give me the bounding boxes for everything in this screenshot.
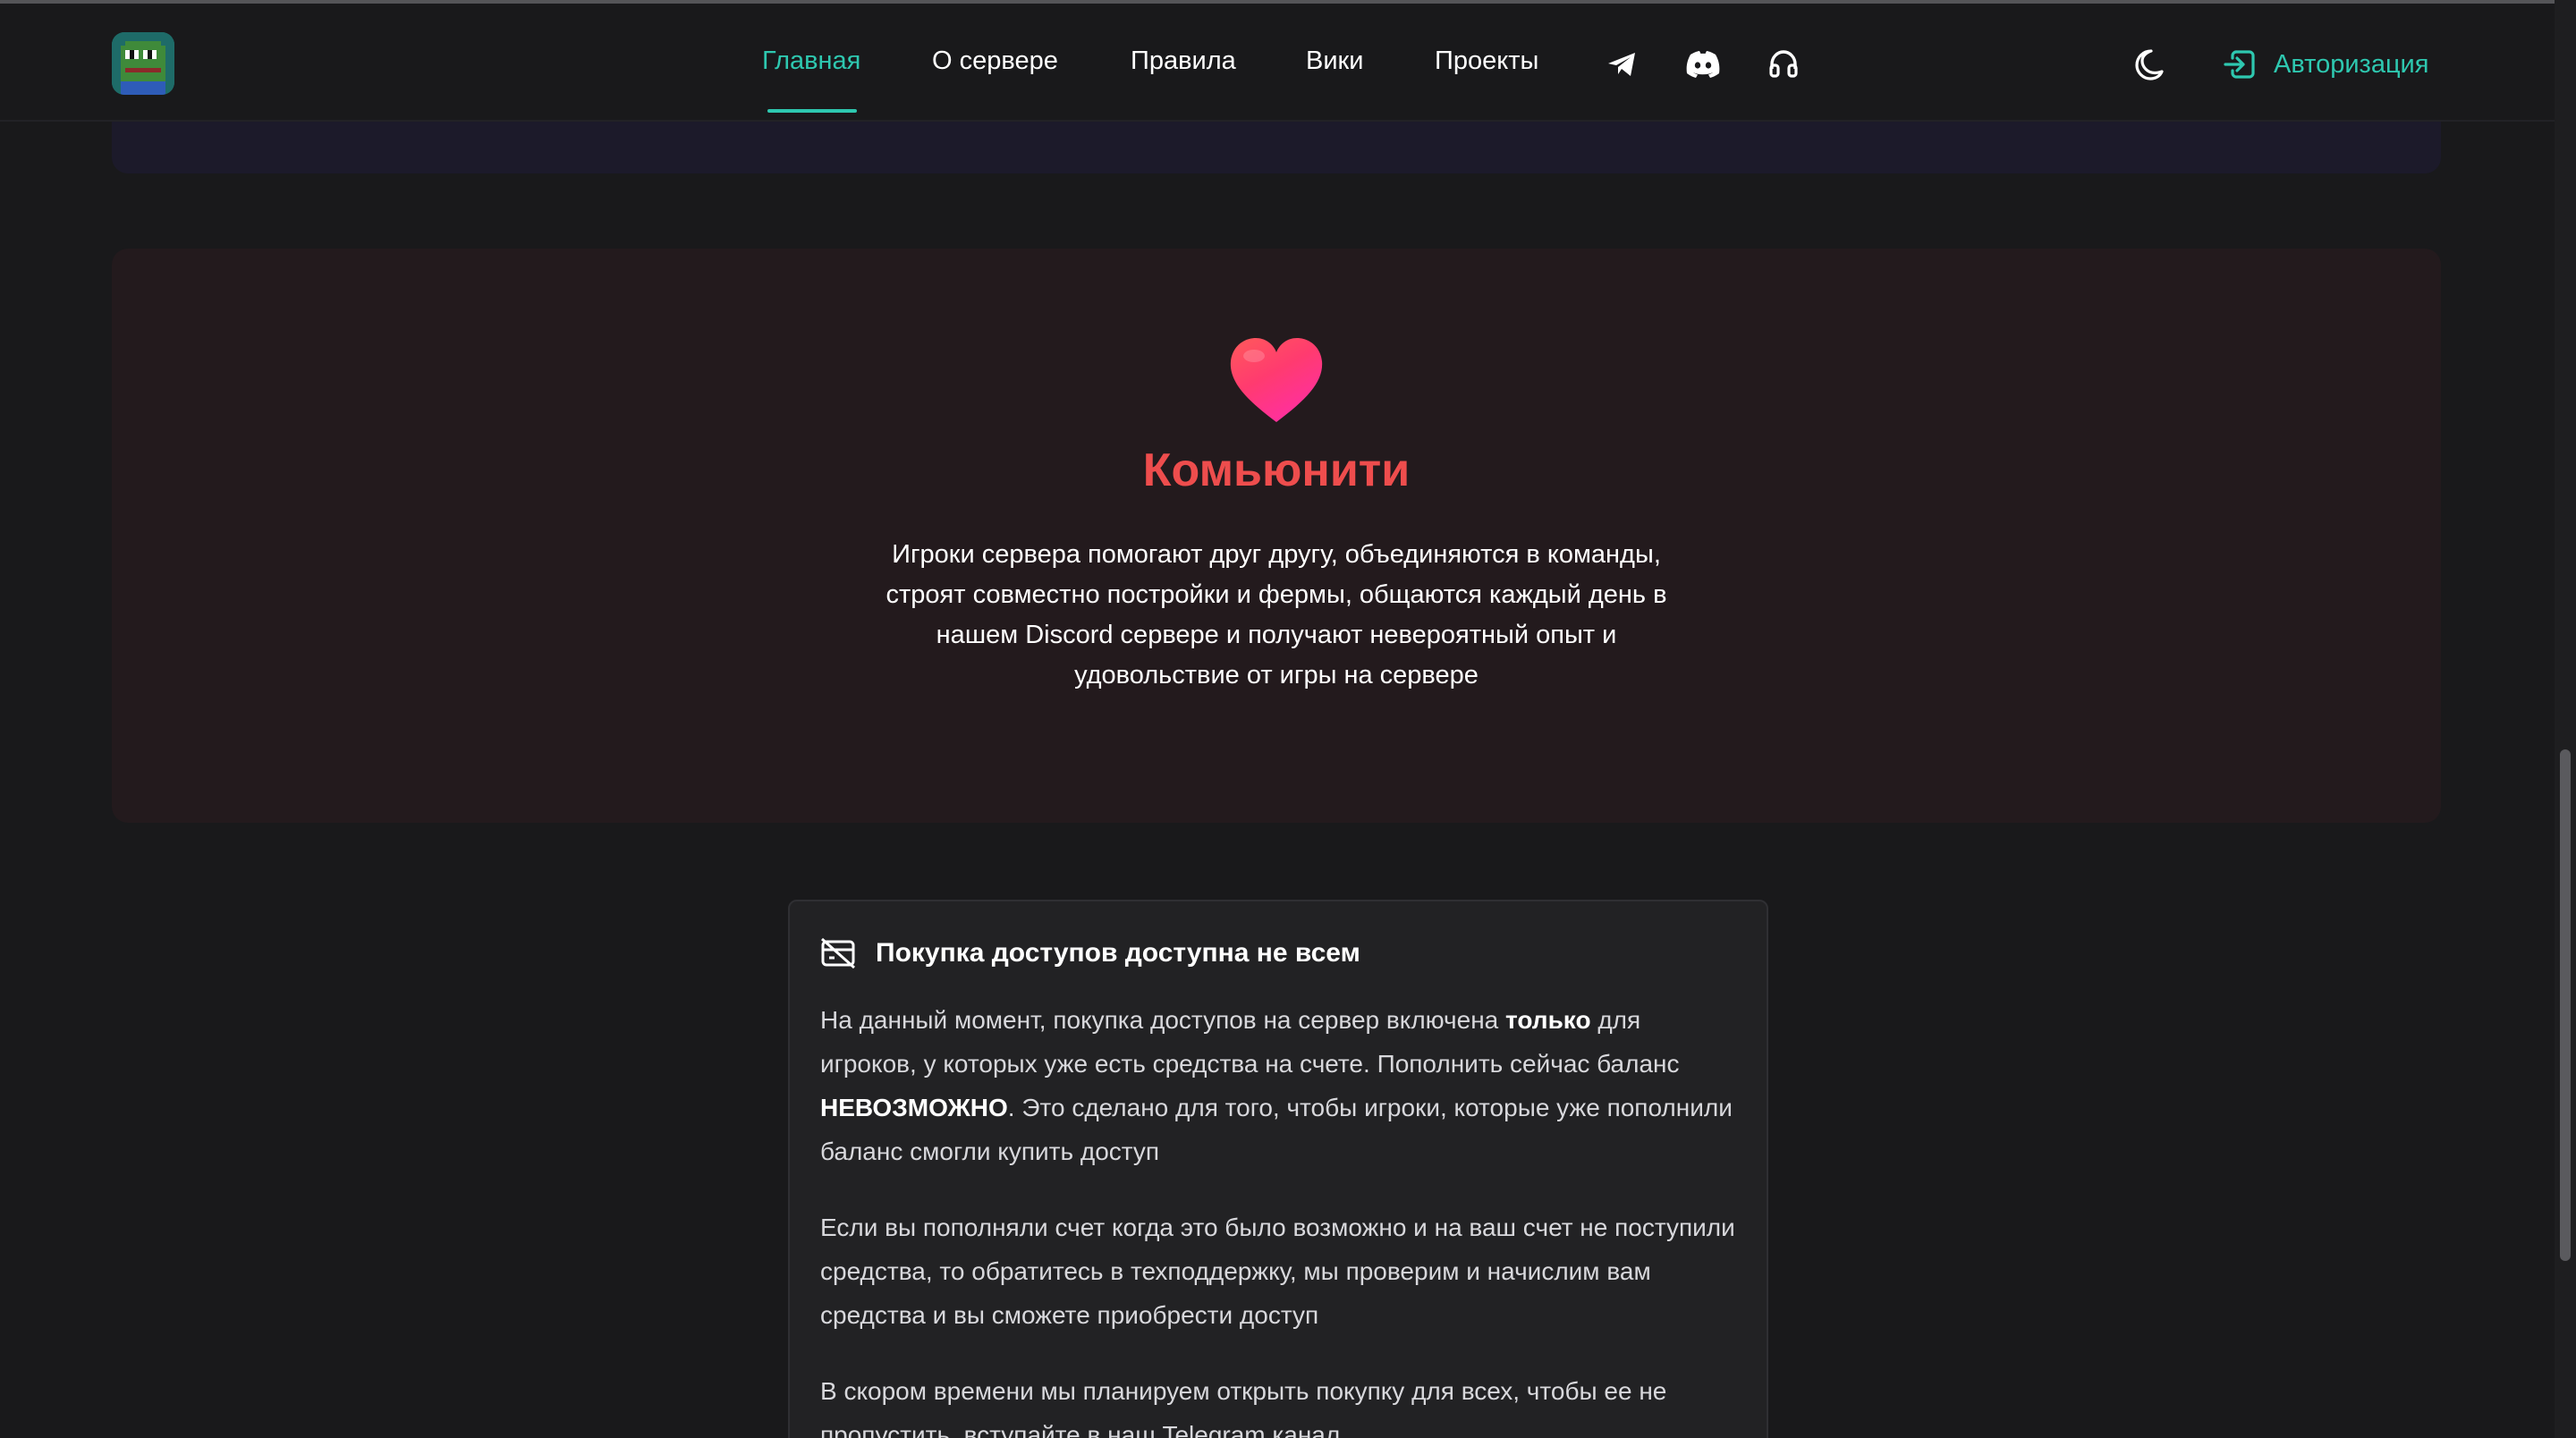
discord-icon[interactable]: [1683, 47, 1723, 82]
window-top-border: [0, 0, 2555, 4]
login-button[interactable]: Авторизация: [2222, 47, 2428, 82]
login-icon: [2224, 50, 2255, 79]
community-card: Комьюнити Игроки сервера помогают друг д…: [112, 249, 2441, 823]
notice-paragraph-2: Если вы пополняли счет когда это было во…: [820, 1214, 1735, 1329]
notice-paragraph-1: На данный момент, покупка доступов на се…: [820, 998, 1741, 1173]
page: Комьюнити Игроки сервера помогают друг д…: [0, 0, 2576, 1438]
nav-item-wiki[interactable]: Вики: [1306, 47, 1363, 76]
telegram-icon[interactable]: [1605, 47, 1640, 82]
community-title: Комьюнити: [1142, 444, 1411, 496]
scrollbar-thumb[interactable]: [2560, 749, 2571, 1261]
notice-header: Покупка доступов доступна не всем: [820, 937, 1360, 969]
site-logo[interactable]: [112, 32, 174, 95]
notice-text: На данный момент, покупка доступов на се…: [820, 1006, 1506, 1034]
top-navbar: Главная О сервере Правила Вики Проекты А…: [0, 4, 2555, 122]
nav-item-rules[interactable]: Правила: [1131, 47, 1236, 76]
purchase-notice-card: Покупка доступов доступна не всем На дан…: [788, 900, 1768, 1438]
headset-icon[interactable]: [1766, 47, 1801, 82]
notice-bold-text: только: [1505, 1006, 1591, 1034]
notice-paragraph-3: В скором времени мы планируем открыть по…: [820, 1377, 1667, 1438]
notice-body: На данный момент, покупка доступов на се…: [820, 998, 1741, 1438]
nav-item-projects[interactable]: Проекты: [1435, 47, 1538, 76]
nav-item-about[interactable]: О сервере: [932, 47, 1058, 76]
card-off-icon: [821, 937, 855, 969]
notice-bold-text: НЕВОЗМОЖНО: [820, 1094, 1008, 1121]
community-description: Игроки сервера помогают друг другу, объе…: [886, 540, 1667, 689]
page-scrollbar[interactable]: [2555, 0, 2576, 1438]
active-tab-indicator: [767, 109, 857, 113]
heart-icon: [1230, 338, 1323, 422]
pepe-logo-icon: [112, 32, 174, 95]
notice-title: Покупка доступов доступна не всем: [876, 938, 1360, 968]
moon-icon[interactable]: [2131, 47, 2166, 82]
nav-item-home[interactable]: Главная: [762, 47, 860, 76]
login-label: Авторизация: [2274, 49, 2429, 79]
